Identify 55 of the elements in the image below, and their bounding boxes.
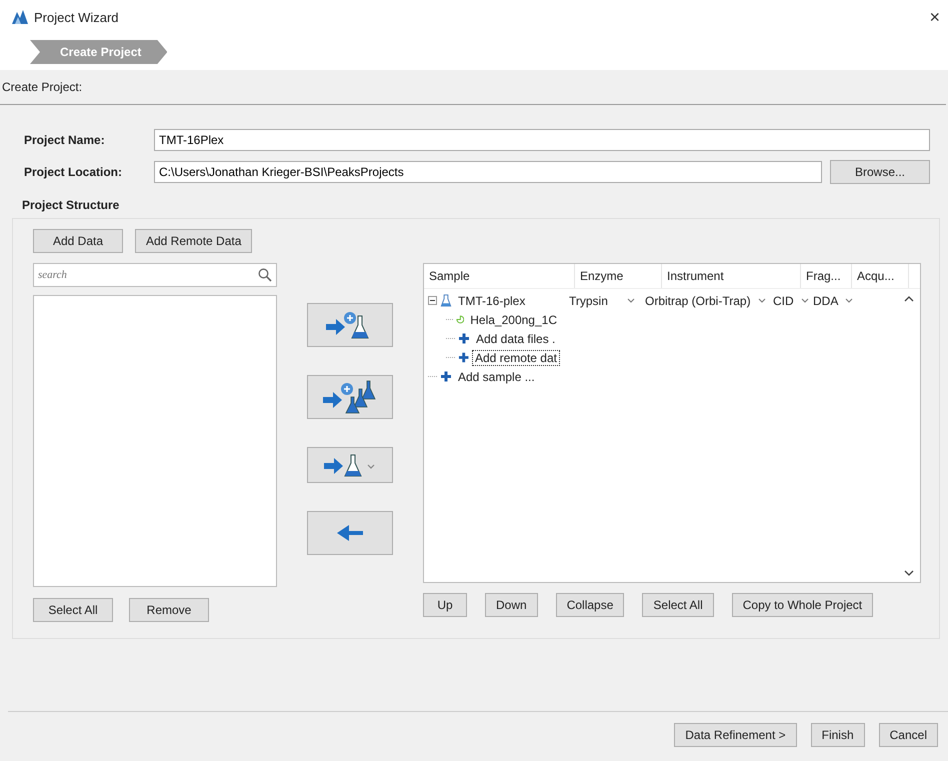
chevron-down-icon [845,298,854,303]
add-data-button[interactable]: Add Data [33,229,123,253]
tree-button[interactable]: Copy to Whole Project [732,593,874,617]
tree-button[interactable]: Down [485,593,538,617]
section-title: Create Project: [0,70,946,105]
browse-button[interactable]: Browse... [830,160,930,184]
input-field[interactable]: C:\Users\Jonathan Krieger-BSI\PeaksProjects [154,161,822,183]
expander-icon[interactable] [428,296,437,305]
footer-button[interactable]: Data Refinement > [674,723,797,747]
add-data-button[interactable]: Add Remote Data [135,229,252,253]
tree-item[interactable]: Hela_200ng_1C [467,312,560,328]
move-button[interactable] [307,511,393,555]
move-button[interactable] [307,375,393,419]
move-button[interactable] [307,447,393,483]
plus-icon [458,351,469,364]
fragmentation-dropdown[interactable]: CID [768,294,808,308]
instrument-dropdown[interactable]: Orbitrap (Orbi-Trap) [640,294,768,308]
window-title: Project Wizard [34,10,119,24]
tree-button[interactable]: Collapse [556,593,624,617]
chevron-down-icon [758,298,766,303]
acquisition-dropdown[interactable]: DDA [808,294,854,308]
column-header[interactable]: Acqu... [852,264,909,288]
field-label: Project Location: [24,165,124,179]
tree-button[interactable]: Select All [642,593,714,617]
list-button[interactable]: Select All [33,598,113,622]
tree-button[interactable]: Up [423,593,467,617]
group-title: Project Structure [21,197,120,214]
move-button[interactable] [307,303,393,347]
column-header[interactable]: Frag... [801,264,852,288]
column-header[interactable]: Enzyme [575,264,662,288]
close-button[interactable]: × [929,6,940,28]
scroll-up-icon[interactable] [904,296,914,302]
column-header[interactable]: Sample [424,264,575,288]
scroll-down-icon[interactable] [904,570,914,576]
flask-icon [440,294,452,307]
tree-item[interactable]: Add sample ... [455,368,538,384]
column-header[interactable]: Instrument [662,264,801,288]
tree-item[interactable]: TMT-16-plex [455,292,528,308]
field-label: Project Name: [24,133,106,147]
footer-button[interactable]: Finish [810,723,865,747]
chevron-down-icon [627,298,635,303]
input-field[interactable]: TMT-16Plex [154,129,930,151]
enzyme-dropdown[interactable]: Trypsin [564,294,640,308]
plus-icon [440,370,452,383]
tree-item[interactable]: Add data files . [473,330,558,346]
search-icon [258,268,272,282]
pie-icon [456,313,464,326]
search-field[interactable]: search [33,263,277,287]
app-logo-icon [12,10,28,24]
left-arrow-icon [335,523,365,543]
plus-icon [458,332,470,345]
list-button[interactable]: Remove [129,598,209,622]
footer-button[interactable]: Cancel [878,723,938,747]
chevron-down-icon [800,298,809,303]
tree-item[interactable]: Add remote dat [472,350,560,366]
